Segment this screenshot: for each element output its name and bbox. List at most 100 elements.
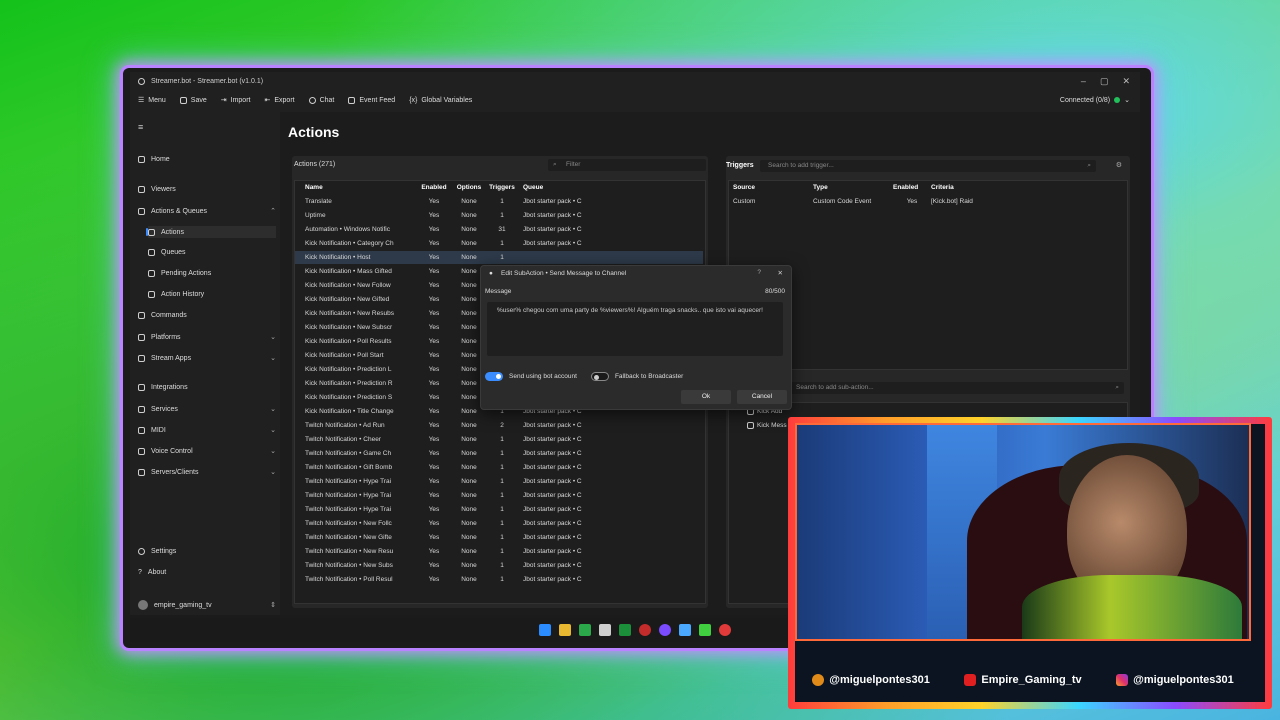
save-button[interactable]: Save <box>179 96 207 104</box>
close-icon[interactable]: ✕ <box>1122 76 1130 87</box>
dialog-title: Edit SubAction • Send Message to Channel <box>501 270 627 277</box>
sidebar-item-actions-queues[interactable]: Actions & Queues ⌃ <box>138 207 276 215</box>
chat-button[interactable]: Chat <box>308 96 334 104</box>
kick-social: @miguelpontes301 <box>812 674 930 686</box>
table-row[interactable]: Twitch Notification • New Follc Yes None 1 J… <box>295 517 703 530</box>
sidebar-item-midi[interactable]: MIDI ⌄ <box>138 426 276 434</box>
table-row[interactable]: Twitch Notification • Poll Resul Yes None 1… <box>295 573 703 586</box>
table-row[interactable]: Twitch Notification • Gift Bomb Yes None 1 J… <box>295 461 703 474</box>
table-row[interactable]: Twitch Notification • Cheer Yes None 1 Jbot … <box>295 433 703 446</box>
table-row[interactable]: Twitch Notification • Hype Trai Yes None 1 J… <box>295 503 703 516</box>
discord-icon[interactable] <box>659 624 671 636</box>
windows-start-icon[interactable] <box>539 624 551 636</box>
actions-queues-icon <box>138 207 145 215</box>
play-icon[interactable] <box>699 624 711 636</box>
table-cell: Twitch Notification • Game Ch <box>305 450 392 457</box>
file-explorer-icon[interactable] <box>559 624 571 636</box>
sidebar-item-stream-apps[interactable]: Stream Apps ⌄ <box>138 354 276 362</box>
close-icon[interactable]: ✕ <box>778 269 783 277</box>
fallback-toggle[interactable] <box>590 372 609 381</box>
sidebar-item-settings[interactable]: Settings <box>138 548 276 555</box>
cancel-button[interactable]: Cancel <box>737 390 787 404</box>
help-icon[interactable]: ? <box>757 269 761 276</box>
sidebar-item-platforms[interactable]: Platforms ⌄ <box>138 333 276 341</box>
export-button[interactable]: ⇤ Export <box>264 96 294 105</box>
table-cell: None <box>461 464 477 471</box>
trigger-search-input[interactable]: Search to add trigger... ⌕ <box>760 160 1096 172</box>
table-row[interactable]: Custom Custom Code Event Yes [Kick.bot] Rai… <box>729 195 1031 208</box>
chevron-down-icon: ⌄ <box>270 427 276 434</box>
table-row[interactable]: Twitch Notification • Hype Trai Yes None 1 J… <box>295 489 703 502</box>
import-button[interactable]: ⇥ Import <box>221 96 251 105</box>
ok-button[interactable]: Ok <box>681 390 731 404</box>
table-cell: Yes <box>428 268 440 275</box>
midi-icon <box>138 426 145 434</box>
terminal-icon[interactable] <box>619 624 631 636</box>
table-row[interactable]: Twitch Notification • New Gifte Yes None 1 J… <box>295 531 703 544</box>
minimize-icon[interactable]: – <box>1081 76 1086 87</box>
sidebar-item-actions[interactable]: Actions <box>146 226 276 238</box>
calculator-icon[interactable] <box>599 624 611 636</box>
connection-status[interactable]: Connected (0/8) ⌄ <box>1060 96 1140 105</box>
pending-actions-icon <box>148 270 155 277</box>
message-textarea[interactable]: %user% chegou com uma party de %viewers%… <box>487 302 783 356</box>
table-row[interactable]: Twitch Notification • New Resu Yes None 1 Jb… <box>295 545 703 558</box>
user-profile[interactable]: empire_gaming_tv ⇕ <box>138 600 276 610</box>
settings-icon[interactable]: ⚙ <box>1116 161 1122 169</box>
message-label: Message <box>485 288 512 295</box>
sidebar-item-viewers[interactable]: Viewers <box>138 186 276 193</box>
filter-input[interactable]: ⌕ Filter <box>548 159 706 171</box>
table-row[interactable]: Automation • Windows Notific Yes None 31 Jbo… <box>295 223 703 236</box>
table-row[interactable]: Kick Notification • Category Ch Yes None 1 J… <box>295 237 703 250</box>
table-cell: Kick Notification • Prediction R <box>305 380 393 387</box>
chevron-down-icon: ⌄ <box>270 469 276 476</box>
menu-icon: ☰ <box>138 97 145 104</box>
youtube-social: Empire_Gaming_tv <box>964 674 1082 686</box>
table-cell: 1 <box>500 450 504 457</box>
sidebar-item-services[interactable]: Services ⌄ <box>138 405 276 413</box>
person-hoodie <box>1022 575 1242 639</box>
list-item[interactable]: Kick Mess <box>747 419 787 432</box>
sidebar-item-queues[interactable]: Queues <box>148 249 276 256</box>
table-cell: None <box>461 534 477 541</box>
table-cell: Twitch Notification • New Subs <box>305 562 393 569</box>
sidebar-item-commands[interactable]: Commands <box>138 312 276 319</box>
actions-icon <box>148 228 155 236</box>
table-cell: Yes <box>428 436 440 443</box>
table-cell: Kick Notification • Category Ch <box>305 240 394 247</box>
sidebar-item-voice-control[interactable]: Voice Control ⌄ <box>138 447 276 455</box>
table-row[interactable]: Twitch Notification • Ad Run Yes None 2 Jbot… <box>295 419 703 432</box>
table-cell: Yes <box>428 464 440 471</box>
table-row[interactable]: Kick Notification • Host Yes None 1 <box>295 251 703 264</box>
sidebar-item-integrations[interactable]: Integrations <box>138 384 276 391</box>
opera-icon[interactable] <box>639 624 651 636</box>
menu-button[interactable]: ☰ Menu <box>138 96 166 105</box>
xbox-icon[interactable] <box>579 624 591 636</box>
table-row[interactable]: Twitch Notification • Game Ch Yes None 1 Jbo… <box>295 447 703 460</box>
maximize-icon[interactable]: ▢ <box>1100 76 1109 87</box>
table-row[interactable]: Twitch Notification • Hype Trai Yes None 1 J… <box>295 475 703 488</box>
chevron-down-icon: ⌄ <box>1124 97 1130 104</box>
table-cell: None <box>461 492 477 499</box>
table-row[interactable]: Translate Yes None 1 Jbot starter pack • C <box>295 195 703 208</box>
table-row[interactable]: Uptime Yes None 1 Jbot starter pack • C <box>295 209 703 222</box>
global-variables-button[interactable]: {x} Global Variables <box>409 97 472 104</box>
streamerbot-icon[interactable] <box>679 624 691 636</box>
app-icon[interactable] <box>719 624 731 636</box>
send-bot-toggle[interactable] <box>485 372 503 381</box>
table-cell: Kick Notification • New Gifted <box>305 296 390 303</box>
hamburger-icon[interactable]: ≡ <box>138 122 143 132</box>
sidebar-item-servers-clients[interactable]: Servers/Clients ⌄ <box>138 468 276 476</box>
table-cell: 1 <box>500 576 504 583</box>
table-row[interactable]: Twitch Notification • New Subs Yes None 1 Jb… <box>295 559 703 572</box>
sidebar-item-pending-actions[interactable]: Pending Actions <box>148 270 276 277</box>
event-feed-button[interactable]: Event Feed <box>348 96 395 104</box>
table-cell: Yes <box>428 282 440 289</box>
sidebar-item-action-history[interactable]: Action History <box>148 291 276 298</box>
sidebar-item-about[interactable]: ? About <box>138 569 276 576</box>
table-cell: 1 <box>500 254 504 261</box>
table-cell: Kick Notification • Host <box>305 254 371 261</box>
sidebar-item-home[interactable]: Home <box>138 156 276 163</box>
fallback-label: Fallback to Broadcaster <box>614 373 684 380</box>
subaction-search-input[interactable]: Search to add sub-action... ⌕ <box>788 382 1124 394</box>
